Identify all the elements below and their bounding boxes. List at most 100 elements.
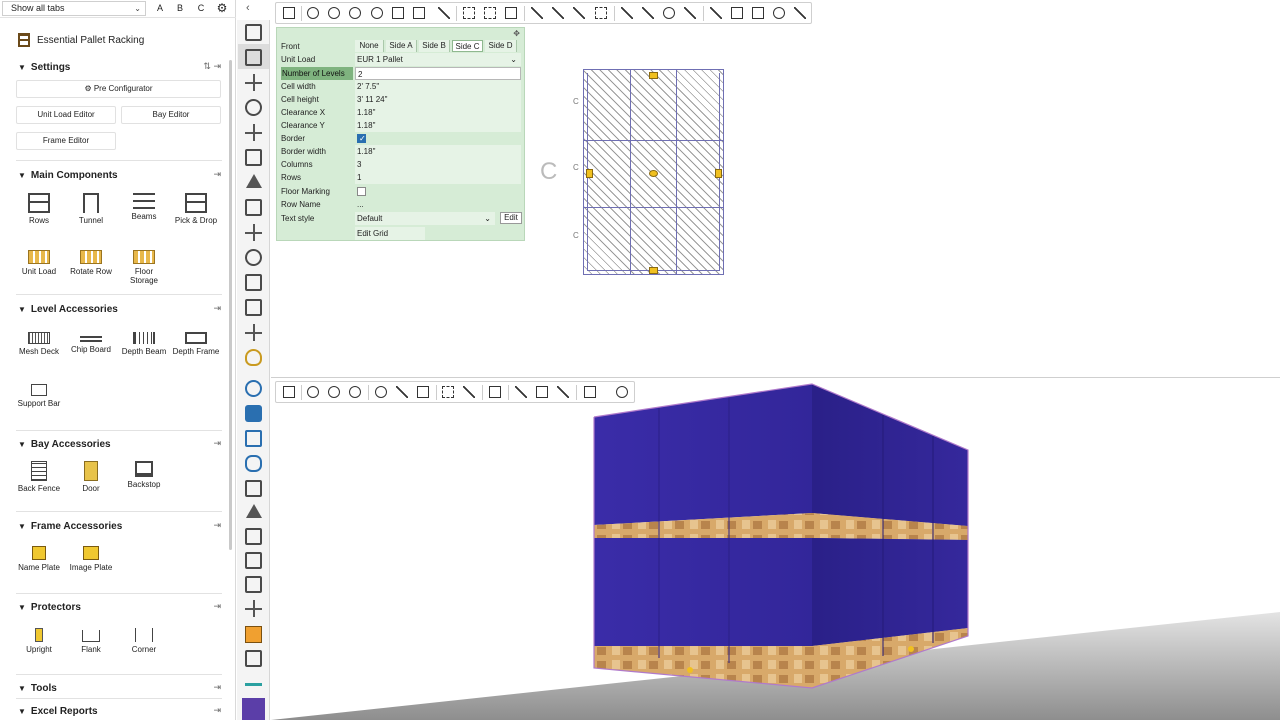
tile-rotate-row[interactable]: Rotate Row xyxy=(67,243,115,293)
color-icon[interactable] xyxy=(773,7,785,19)
tile-door[interactable]: Door xyxy=(67,458,115,508)
floor-marking-checkbox[interactable] xyxy=(357,187,366,196)
scale-icon[interactable] xyxy=(552,7,564,19)
line-icon[interactable] xyxy=(245,676,262,693)
select-filter-icon[interactable] xyxy=(505,7,517,19)
bulb-icon[interactable] xyxy=(245,349,262,366)
export-icon[interactable]: ⇥ xyxy=(213,520,221,531)
grip-handle[interactable] xyxy=(586,169,593,178)
stacker-icon[interactable] xyxy=(245,224,262,241)
cart-icon[interactable] xyxy=(245,528,262,545)
tile-corner[interactable]: Corner xyxy=(120,622,168,672)
select-icon[interactable] xyxy=(438,7,450,19)
tile-depth-frame[interactable]: Depth Frame xyxy=(172,324,220,374)
toggle-icon[interactable] xyxy=(245,380,262,397)
row-name-input[interactable]: ... xyxy=(355,198,521,211)
rows-input[interactable]: 1 xyxy=(355,171,521,184)
rotate-icon[interactable] xyxy=(573,7,585,19)
zoom-selected-icon[interactable] xyxy=(413,7,425,19)
tile-mesh-deck[interactable]: Mesh Deck xyxy=(15,324,63,374)
link-icon[interactable] xyxy=(245,455,262,472)
snap-center-icon[interactable] xyxy=(663,7,675,19)
export-icon[interactable]: ⇥ xyxy=(213,438,221,449)
box-icon[interactable] xyxy=(245,626,262,643)
section-tools[interactable]: ▼ Tools ⇥ xyxy=(18,681,223,695)
grip-handle[interactable] xyxy=(715,169,722,178)
section-settings[interactable]: ▼ Settings ⇅ ⇥ xyxy=(18,60,223,74)
section-excel-reports[interactable]: ▼ Excel Reports ⇥ xyxy=(18,704,223,718)
scrollbar[interactable] xyxy=(229,60,232,550)
zoom-window-icon[interactable] xyxy=(371,7,383,19)
border-checkbox[interactable] xyxy=(357,132,366,145)
tile-chip-board[interactable]: Chip Board xyxy=(67,324,115,374)
clearance-x-input[interactable]: 1.18" xyxy=(355,106,521,119)
tile-depth-beam[interactable]: Depth Beam xyxy=(120,324,168,374)
section-main-components[interactable]: ▼ Main Components ⇥ xyxy=(18,168,223,182)
tile-pick-drop[interactable]: Pick & Drop xyxy=(172,190,220,240)
3d-scene[interactable] xyxy=(271,378,1280,720)
tile-beams[interactable]: Beams xyxy=(120,190,168,240)
move-icon[interactable] xyxy=(531,7,543,19)
zoom-icon[interactable] xyxy=(307,7,319,19)
export-icon[interactable]: ⇥ xyxy=(213,169,221,180)
pre-configurator-button[interactable]: ⚙ Pre Configurator xyxy=(16,80,221,98)
front-side-c[interactable]: Side C xyxy=(452,40,483,52)
pallet-icon[interactable] xyxy=(242,698,265,720)
section-protectors[interactable]: ▼ Protectors ⇥ xyxy=(18,600,223,614)
chevron-left-icon[interactable]: ‹ xyxy=(246,2,250,14)
tab-letter-a[interactable]: A xyxy=(152,1,168,16)
front-side-d[interactable]: Side D xyxy=(485,40,517,52)
grip-handle[interactable] xyxy=(908,646,914,652)
array-icon[interactable] xyxy=(752,7,764,19)
robot-icon[interactable] xyxy=(245,124,262,141)
drum-icon[interactable] xyxy=(245,99,262,116)
tile-support-bar[interactable]: Support Bar xyxy=(15,376,63,426)
tab-filter-select[interactable]: Show all tabs ⌄ xyxy=(2,1,146,16)
tile-backstop[interactable]: Backstop xyxy=(120,458,168,508)
vehicle-icon[interactable] xyxy=(245,149,262,166)
rack-front-icon[interactable] xyxy=(245,552,262,569)
front-side-b[interactable]: Side B xyxy=(419,40,450,52)
grip-handle[interactable] xyxy=(687,667,693,673)
lift-icon[interactable] xyxy=(245,324,262,341)
zoom-extents-icon[interactable] xyxy=(392,7,404,19)
rack-icon[interactable] xyxy=(245,49,262,66)
columns-input[interactable]: 3 xyxy=(355,158,521,171)
section-bay-accessories[interactable]: ▼ Bay Accessories ⇥ xyxy=(18,437,223,451)
map-icon[interactable] xyxy=(245,430,262,447)
snap-end-icon[interactable] xyxy=(642,7,654,19)
tab-letter-c[interactable]: C xyxy=(193,1,209,16)
zoom-in-icon[interactable] xyxy=(328,7,340,19)
tile-upright[interactable]: Upright xyxy=(15,622,63,672)
shelf-icon[interactable] xyxy=(245,299,262,316)
tile-tunnel[interactable]: Tunnel xyxy=(67,190,115,240)
export-icon[interactable]: ⇥ xyxy=(213,303,221,314)
tile-floor-storage[interactable]: Floor Storage xyxy=(120,243,168,293)
grip-handle[interactable] xyxy=(649,267,658,274)
arm-icon[interactable] xyxy=(246,174,262,188)
text-style-select[interactable]: Default ⌄ xyxy=(355,212,495,225)
table-icon[interactable] xyxy=(245,274,262,291)
snap-icon[interactable] xyxy=(621,7,633,19)
machine-icon[interactable] xyxy=(245,199,262,216)
front-side-a[interactable]: Side A xyxy=(386,40,417,52)
edit-icon[interactable] xyxy=(245,650,262,667)
number-of-levels-input[interactable]: 2 xyxy=(355,67,521,80)
hand-icon[interactable] xyxy=(283,7,295,19)
section-level-accessories[interactable]: ▼ Level Accessories ⇥ xyxy=(18,302,223,316)
edit-text-style-button[interactable]: Edit xyxy=(500,212,522,224)
cell-width-input[interactable]: 2' 7.5" xyxy=(355,80,521,93)
bin-icon[interactable] xyxy=(245,480,262,497)
tile-image-plate[interactable]: Image Plate xyxy=(67,540,115,590)
tile-unit-load[interactable]: Unit Load xyxy=(15,243,63,293)
export-icon[interactable]: ⇥ xyxy=(213,705,221,716)
gear-icon[interactable]: ⚙ xyxy=(214,1,230,16)
unit-load-editor-button[interactable]: Unit Load Editor xyxy=(16,106,116,124)
target-icon[interactable] xyxy=(245,249,262,266)
edit-grid-button[interactable]: Edit Grid xyxy=(355,227,425,240)
cube-icon[interactable] xyxy=(245,405,262,422)
tab-letter-b[interactable]: B xyxy=(172,1,188,16)
bay-editor-button[interactable]: Bay Editor xyxy=(121,106,221,124)
measure-icon[interactable] xyxy=(710,7,722,19)
center-grip-handle[interactable] xyxy=(649,170,658,177)
